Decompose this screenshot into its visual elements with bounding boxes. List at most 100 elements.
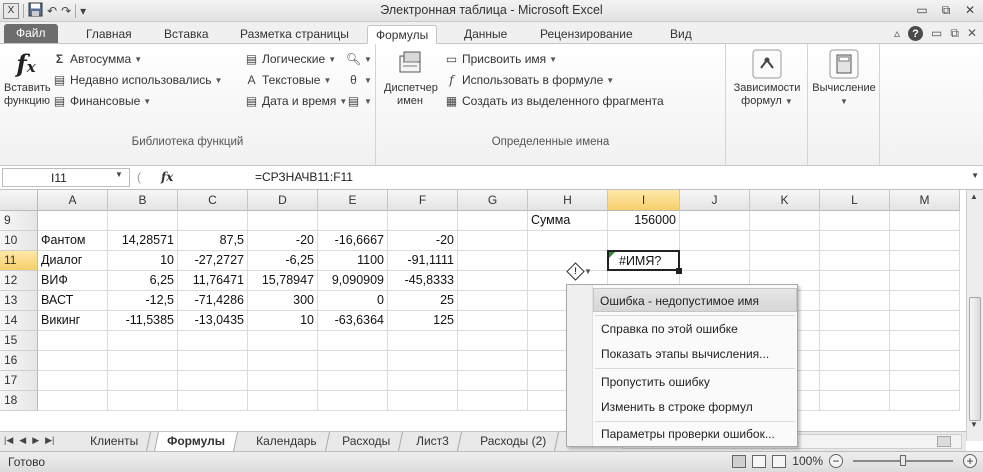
create-from-selection-button[interactable]: ▦ Создать из выделенного фрагмента bbox=[444, 92, 664, 110]
vertical-scroll-thumb[interactable] bbox=[969, 297, 981, 421]
sheet-tab-formulas[interactable]: Формулы bbox=[153, 432, 238, 451]
row-header-10[interactable]: 10 bbox=[0, 231, 38, 251]
cell-e17[interactable] bbox=[318, 371, 388, 391]
cell-e9[interactable] bbox=[318, 211, 388, 231]
cell-d15[interactable] bbox=[248, 331, 318, 351]
row-header-17[interactable]: 17 bbox=[0, 371, 38, 391]
cell-e18[interactable] bbox=[318, 391, 388, 411]
worksheet-grid[interactable]: A B C D E F G H I J K L M 9 Сумма 156000 10 Фантом 14,2857… bbox=[0, 190, 966, 431]
sheet-tab-calendar[interactable]: Календарь bbox=[243, 432, 330, 451]
zoom-slider[interactable] bbox=[853, 455, 953, 466]
cell-f10[interactable]: -20 bbox=[388, 231, 458, 251]
cell-j9[interactable] bbox=[680, 211, 750, 231]
column-header-g[interactable]: G bbox=[458, 190, 528, 211]
horizontal-scroll-thumb[interactable] bbox=[937, 436, 951, 447]
cell-m15[interactable] bbox=[890, 331, 960, 351]
more-functions-button[interactable]: ▤ ▼ bbox=[346, 92, 372, 110]
cell-m17[interactable] bbox=[890, 371, 960, 391]
close-icon[interactable]: ✕ bbox=[963, 3, 977, 17]
cell-c15[interactable] bbox=[178, 331, 248, 351]
financial-functions-button[interactable]: ▤ Финансовые ▼ bbox=[52, 92, 151, 110]
autosum-button[interactable]: Σ Автосумма ▼ bbox=[52, 50, 142, 68]
cell-d17[interactable] bbox=[248, 371, 318, 391]
cell-j10[interactable] bbox=[680, 231, 750, 251]
cell-a16[interactable] bbox=[38, 351, 108, 371]
minimize-ribbon-icon[interactable]: ▵ bbox=[894, 26, 900, 41]
last-sheet-icon[interactable]: ▶| bbox=[45, 435, 54, 446]
cell-c12[interactable]: 11,76471 bbox=[178, 271, 248, 291]
cell-b17[interactable] bbox=[108, 371, 178, 391]
cell-g17[interactable] bbox=[458, 371, 528, 391]
column-header-d[interactable]: D bbox=[248, 190, 318, 211]
cell-b15[interactable] bbox=[108, 331, 178, 351]
cell-l14[interactable] bbox=[820, 311, 890, 331]
cell-a10[interactable]: Фантом bbox=[38, 231, 108, 251]
cancel-formula-icon[interactable]: ( bbox=[137, 170, 141, 184]
cell-b12[interactable]: 6,25 bbox=[108, 271, 178, 291]
insert-function-icon[interactable]: fx bbox=[161, 170, 173, 184]
cell-a12[interactable]: ВИФ bbox=[38, 271, 108, 291]
scroll-down-icon[interactable]: ▼ bbox=[970, 420, 978, 429]
tab-page-layout[interactable]: Разметка страницы bbox=[232, 25, 357, 44]
logical-functions-button[interactable]: ▤ Логические ▼ bbox=[244, 50, 336, 68]
sheet-tab-expenses[interactable]: Расходы bbox=[329, 432, 404, 451]
zoom-in-icon[interactable]: + bbox=[963, 454, 977, 468]
select-all-corner[interactable] bbox=[0, 190, 38, 211]
cell-a11[interactable]: Диалог bbox=[38, 251, 108, 271]
doc-minimize-icon[interactable]: ▭ bbox=[931, 26, 942, 41]
formula-input[interactable]: =СРЗНАЧВ11:F11 bbox=[255, 170, 353, 184]
first-sheet-icon[interactable]: |◀ bbox=[4, 435, 13, 446]
cell-g11[interactable] bbox=[458, 251, 528, 271]
cell-g10[interactable] bbox=[458, 231, 528, 251]
recent-functions-button[interactable]: ▤ Недавно использовались ▼ bbox=[52, 71, 223, 89]
column-header-k[interactable]: K bbox=[750, 190, 820, 211]
cell-j11[interactable] bbox=[680, 251, 750, 271]
tab-insert[interactable]: Вставка bbox=[156, 25, 217, 44]
doc-close-icon[interactable]: ✕ bbox=[967, 26, 977, 41]
cell-b10[interactable]: 14,28571 bbox=[108, 231, 178, 251]
sheet-tab-expenses-2[interactable]: Расходы (2) bbox=[467, 432, 560, 451]
menu-item-show-calculation-steps[interactable]: Показать этапы вычисления... bbox=[595, 342, 795, 366]
column-header-c[interactable]: C bbox=[178, 190, 248, 211]
vertical-scrollbar[interactable]: ▲ ▼ bbox=[966, 190, 983, 441]
column-header-a[interactable]: A bbox=[38, 190, 108, 211]
cell-g15[interactable] bbox=[458, 331, 528, 351]
column-header-e[interactable]: E bbox=[318, 190, 388, 211]
menu-item-edit-in-formula-bar[interactable]: Изменить в строке формул bbox=[595, 395, 795, 419]
cell-c10[interactable]: 87,5 bbox=[178, 231, 248, 251]
row-header-13[interactable]: 13 bbox=[0, 291, 38, 311]
cell-d10[interactable]: -20 bbox=[248, 231, 318, 251]
cell-m18[interactable] bbox=[890, 391, 960, 411]
cell-c11[interactable]: -27,2727 bbox=[178, 251, 248, 271]
cell-e16[interactable] bbox=[318, 351, 388, 371]
cell-l11[interactable] bbox=[820, 251, 890, 271]
cell-c9[interactable] bbox=[178, 211, 248, 231]
tab-view[interactable]: Вид bbox=[662, 25, 700, 44]
cell-l16[interactable] bbox=[820, 351, 890, 371]
row-header-9[interactable]: 9 bbox=[0, 211, 38, 231]
restore-icon[interactable]: ⧉ bbox=[939, 3, 953, 17]
cell-m11[interactable] bbox=[890, 251, 960, 271]
cell-f16[interactable] bbox=[388, 351, 458, 371]
cell-l15[interactable] bbox=[820, 331, 890, 351]
formula-auditing-button[interactable]: Зависимости формул ▼ bbox=[730, 48, 804, 108]
cell-f14[interactable]: 125 bbox=[388, 311, 458, 331]
column-header-j[interactable]: J bbox=[680, 190, 750, 211]
menu-item-ignore-error[interactable]: Пропустить ошибку bbox=[595, 370, 795, 394]
minimize-icon[interactable]: ▭ bbox=[915, 3, 929, 17]
cell-d14[interactable]: 10 bbox=[248, 311, 318, 331]
page-break-view-icon[interactable] bbox=[772, 454, 787, 468]
cell-l12[interactable] bbox=[820, 271, 890, 291]
cell-a14[interactable]: Викинг bbox=[38, 311, 108, 331]
tab-review[interactable]: Рецензирование bbox=[532, 25, 641, 44]
cell-e12[interactable]: 9,090909 bbox=[318, 271, 388, 291]
cell-b9[interactable] bbox=[108, 211, 178, 231]
cell-d13[interactable]: 300 bbox=[248, 291, 318, 311]
cell-k10[interactable] bbox=[750, 231, 820, 251]
zoom-slider-knob[interactable] bbox=[900, 455, 906, 466]
cell-c13[interactable]: -71,4286 bbox=[178, 291, 248, 311]
tab-formulas[interactable]: Формулы bbox=[367, 25, 438, 44]
fill-handle[interactable] bbox=[676, 268, 682, 274]
cell-f15[interactable] bbox=[388, 331, 458, 351]
next-sheet-icon[interactable]: ▶ bbox=[32, 435, 39, 446]
